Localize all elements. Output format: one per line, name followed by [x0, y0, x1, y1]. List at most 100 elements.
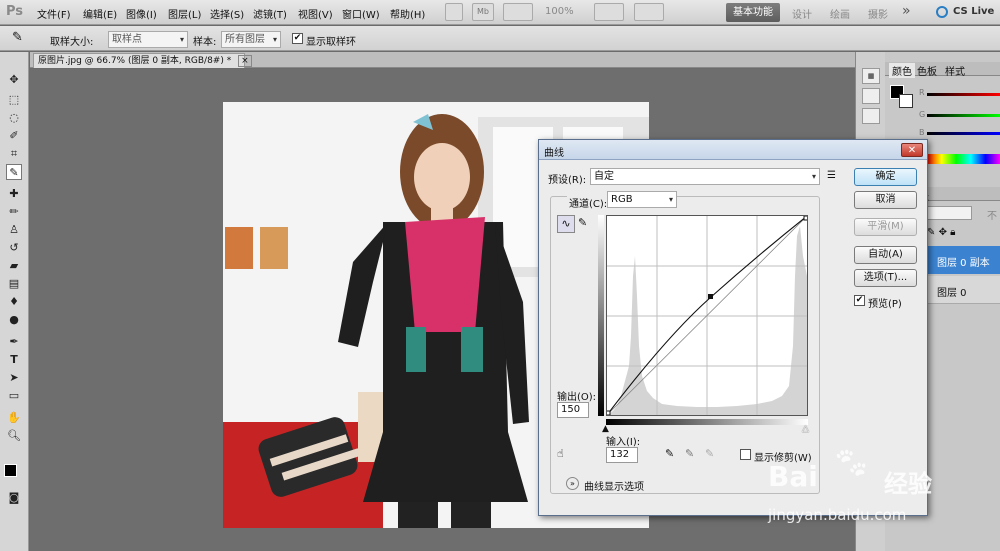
- menu-filter[interactable]: 滤镜(T): [253, 6, 287, 21]
- quick-select-tool-icon[interactable]: ✐: [6, 128, 22, 144]
- shape-tool-icon[interactable]: ▭: [6, 388, 22, 404]
- on-image-adjust-icon[interactable]: ☝: [557, 447, 564, 460]
- blur-tool-icon[interactable]: ♦: [6, 294, 22, 310]
- layer-row-selected[interactable]: 图层 0 副本: [927, 246, 1000, 274]
- chevron-down-icon: ▾: [811, 172, 816, 181]
- pen-tool-icon[interactable]: ✒: [6, 334, 22, 350]
- red-slider[interactable]: [927, 93, 1000, 96]
- gradient-tool-icon[interactable]: ▤: [6, 276, 22, 292]
- history-brush-tool-icon[interactable]: ↺: [6, 240, 22, 256]
- close-icon[interactable]: ✕: [901, 143, 923, 157]
- foreground-color-swatch[interactable]: [4, 464, 17, 477]
- pencil-tool-icon[interactable]: ✎: [578, 216, 587, 229]
- menu-edit[interactable]: 编辑(E): [83, 6, 117, 21]
- layer-row[interactable]: 图层 0: [927, 276, 1000, 304]
- mini-bridge-panel-icon[interactable]: ▦: [862, 68, 880, 84]
- show-clipping-checkbox[interactable]: [740, 449, 751, 460]
- zoom-tool-icon[interactable]: 🔍︎: [6, 428, 22, 444]
- screen-mode-button[interactable]: [634, 3, 664, 21]
- eraser-tool-icon[interactable]: ▰: [6, 258, 22, 274]
- show-ring-label: 显示取样环: [306, 37, 356, 48]
- view-extras-button[interactable]: [503, 3, 533, 21]
- properties-panel-icon[interactable]: [862, 108, 880, 124]
- bridge-button[interactable]: [445, 3, 463, 21]
- clone-stamp-tool-icon[interactable]: ♙: [6, 222, 22, 238]
- chevron-down-icon: ▾: [668, 195, 673, 204]
- show-ring-checkbox[interactable]: ✔: [292, 33, 303, 44]
- output-gradient-bar: [598, 215, 604, 416]
- mini-bridge-button[interactable]: Mb: [472, 3, 494, 21]
- eyedropper-tool-icon[interactable]: ✎: [6, 164, 22, 180]
- blue-slider[interactable]: [927, 132, 1000, 135]
- dialog-titlebar[interactable]: 曲线 ✕: [539, 140, 927, 160]
- hand-tool-icon[interactable]: ✋: [6, 410, 22, 426]
- lock-brush-icon[interactable]: ✎: [927, 227, 935, 238]
- watermark-brand: Bai: [768, 460, 818, 493]
- panel-background-swatch[interactable]: [899, 94, 913, 108]
- quick-mask-icon[interactable]: ◙: [6, 490, 22, 506]
- more-workspaces-chevron-icon[interactable]: »: [902, 3, 911, 19]
- curve-control-point[interactable]: [708, 294, 713, 299]
- path-selection-tool-icon[interactable]: ➤: [6, 370, 22, 386]
- expand-chevron-icon[interactable]: »: [566, 477, 579, 490]
- black-eyedropper-icon[interactable]: ✎: [665, 447, 674, 460]
- curve-point-tool-icon[interactable]: ∿: [557, 215, 575, 233]
- brush-tool-icon[interactable]: ✏: [6, 204, 22, 220]
- red-channel-letter: R: [919, 88, 925, 97]
- preview-checkbox[interactable]: ✔: [854, 295, 865, 306]
- auto-button[interactable]: 自动(A): [854, 246, 917, 264]
- type-tool-icon[interactable]: T: [6, 352, 22, 368]
- zoom-level[interactable]: 100%: [545, 6, 574, 17]
- workspace-photography[interactable]: 摄影: [868, 6, 888, 21]
- menu-view[interactable]: 视图(V): [298, 6, 333, 21]
- arrange-documents-button[interactable]: [594, 3, 624, 21]
- preset-options-icon[interactable]: ☰: [827, 170, 836, 181]
- gray-eyedropper-icon[interactable]: ✎: [685, 447, 694, 460]
- document-tab[interactable]: 原图片.jpg @ 66.7% (图层 0 副本, RGB/8#) * ×: [33, 53, 252, 68]
- sample-select[interactable]: 所有图层 ▾: [221, 31, 281, 48]
- lock-move-icon[interactable]: ✥: [939, 227, 947, 238]
- sample-size-select[interactable]: 取样点 ▾: [108, 31, 188, 48]
- smooth-button[interactable]: 平滑(M): [854, 218, 917, 236]
- workspace-design[interactable]: 设计: [792, 6, 812, 21]
- preset-label: 预设(R):: [548, 175, 587, 186]
- green-slider[interactable]: [927, 114, 1000, 117]
- menu-help[interactable]: 帮助(H): [390, 6, 425, 21]
- workspace-painting[interactable]: 绘画: [830, 6, 850, 21]
- output-field[interactable]: 150: [557, 402, 589, 418]
- white-point-slider-icon[interactable]: △: [802, 424, 809, 434]
- options-button[interactable]: 选项(T)...: [854, 269, 917, 287]
- crop-tool-icon[interactable]: ⌗: [6, 146, 22, 162]
- input-field[interactable]: 132: [606, 447, 638, 463]
- eyedropper-tool-icon[interactable]: ✎: [12, 30, 23, 45]
- menu-window[interactable]: 窗口(W): [342, 6, 380, 21]
- menu-image[interactable]: 图像(I): [126, 6, 157, 21]
- preset-select[interactable]: 自定 ▾: [590, 168, 820, 185]
- channel-label: 通道(C):: [567, 195, 610, 210]
- menu-select[interactable]: 选择(S): [210, 6, 244, 21]
- layer-name: 图层 0: [937, 288, 967, 299]
- close-document-icon[interactable]: ×: [238, 55, 252, 67]
- tab-styles[interactable]: 样式: [945, 63, 965, 78]
- white-eyedropper-icon[interactable]: ✎: [705, 447, 714, 460]
- channel-select[interactable]: RGB ▾: [607, 191, 677, 208]
- workspace-essentials-button[interactable]: 基本功能: [726, 3, 780, 22]
- history-panel-icon[interactable]: [862, 88, 880, 104]
- color-spectrum[interactable]: [927, 154, 1000, 164]
- lasso-tool-icon[interactable]: ◌: [6, 110, 22, 126]
- healing-brush-tool-icon[interactable]: ✚: [6, 186, 22, 202]
- ok-button[interactable]: 确定: [854, 168, 917, 186]
- menu-layer[interactable]: 图层(L): [168, 6, 201, 21]
- curves-graph[interactable]: [605, 215, 809, 416]
- chevron-down-icon: ▾: [272, 35, 277, 44]
- dodge-tool-icon[interactable]: ●: [6, 312, 22, 328]
- tab-swatches[interactable]: 色板: [917, 63, 937, 78]
- cancel-button[interactable]: 取消: [854, 191, 917, 209]
- menu-file[interactable]: 文件(F): [37, 6, 71, 21]
- marquee-tool-icon[interactable]: ⬚: [6, 92, 22, 108]
- cs-live-button[interactable]: CS Live: [953, 6, 994, 17]
- move-tool-icon[interactable]: ✥: [6, 72, 22, 88]
- tab-color[interactable]: 颜色: [889, 63, 915, 78]
- opacity-field[interactable]: [927, 206, 972, 220]
- lock-icon[interactable]: 🔒︎: [950, 227, 955, 238]
